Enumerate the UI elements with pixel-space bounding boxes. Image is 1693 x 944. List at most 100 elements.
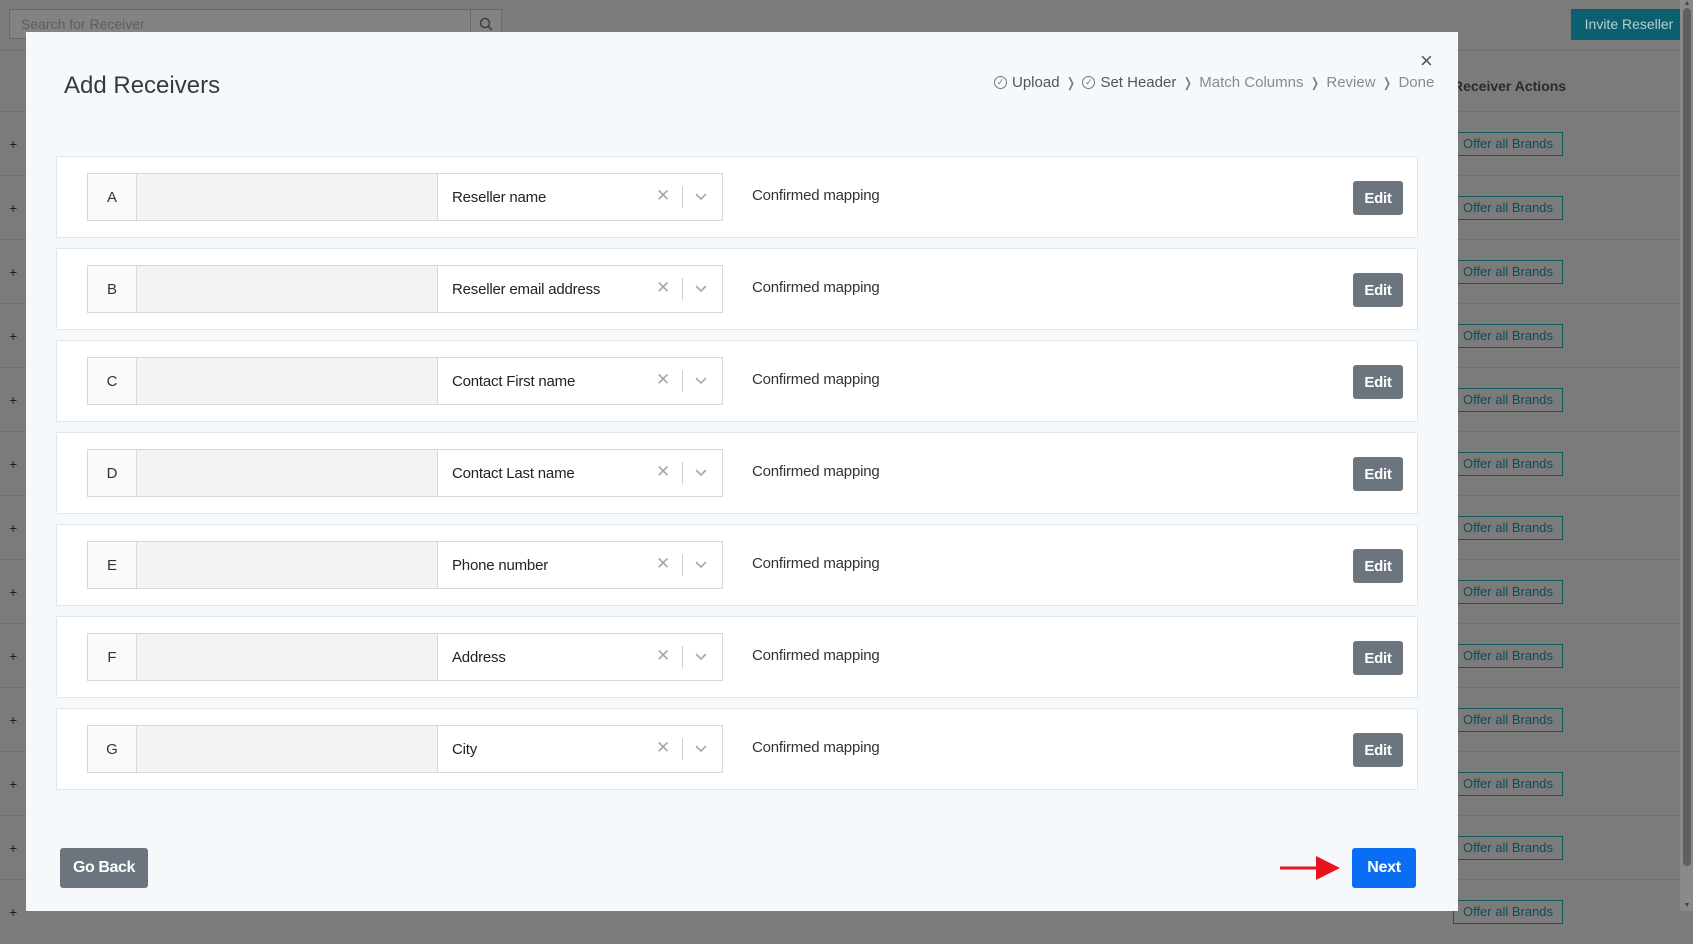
wizard-step-label: Done <box>1398 74 1435 91</box>
select-divider <box>682 462 683 484</box>
column-preview <box>137 358 438 404</box>
chevron-down-icon[interactable] <box>694 553 708 577</box>
offer-all-brands-button[interactable]: Offer all Brands <box>1453 644 1563 668</box>
field-select[interactable]: Reseller email address ✕ <box>438 266 722 312</box>
expand-row-icon[interactable]: + <box>9 392 17 408</box>
column-preview <box>137 726 438 772</box>
expand-row-icon[interactable]: + <box>9 520 17 536</box>
mapping-status: Confirmed mapping <box>752 739 880 756</box>
search-icon <box>479 17 493 31</box>
column-preview <box>137 450 438 496</box>
mapping-row: C Contact First name ✕ Confirmed mapping Edi… <box>56 340 1418 422</box>
offer-all-brands-button[interactable]: Offer all Brands <box>1453 260 1563 284</box>
mapping-row: G City ✕ Confirmed mapping Edit <box>56 708 1418 790</box>
mapping-status: Confirmed mapping <box>752 555 880 572</box>
select-divider <box>682 370 683 392</box>
field-select[interactable]: Address ✕ <box>438 634 722 680</box>
scrollbar-thumb[interactable] <box>1683 8 1691 866</box>
next-button[interactable]: Next <box>1352 848 1416 888</box>
column-letter: C <box>88 358 137 404</box>
column-mapping-box: C Contact First name ✕ <box>87 357 723 405</box>
chevron-down-icon[interactable] <box>694 645 708 669</box>
chevron-down-icon[interactable] <box>694 277 708 301</box>
offer-all-brands-button[interactable]: Offer all Brands <box>1453 196 1563 220</box>
expand-row-icon[interactable]: + <box>9 904 17 920</box>
expand-row-icon[interactable]: + <box>9 776 17 792</box>
mapping-row: A Reseller name ✕ Confirmed mapping Edit <box>56 156 1418 238</box>
expand-row-icon[interactable]: + <box>9 712 17 728</box>
clear-icon[interactable]: ✕ <box>656 462 670 482</box>
expand-row-icon[interactable]: + <box>9 456 17 472</box>
offer-all-brands-button[interactable]: Offer all Brands <box>1453 324 1563 348</box>
field-select[interactable]: Contact First name ✕ <box>438 358 722 404</box>
offer-all-brands-button[interactable]: Offer all Brands <box>1453 708 1563 732</box>
wizard-step: Match Columns <box>1199 74 1303 91</box>
offer-all-brands-button[interactable]: Offer all Brands <box>1453 388 1563 412</box>
scroll-up-arrow[interactable]: ▲ <box>1683 0 1691 8</box>
offer-all-brands-button[interactable]: Offer all Brands <box>1453 836 1563 860</box>
column-mapping-box: A Reseller name ✕ <box>87 173 723 221</box>
mapping-row: F Address ✕ Confirmed mapping Edit <box>56 616 1418 698</box>
chevron-down-icon[interactable] <box>694 737 708 761</box>
select-divider <box>682 278 683 300</box>
select-divider <box>682 554 683 576</box>
add-receivers-modal: Add Receivers × ✓ Upload ❭ ✓ Set Header ❭ Matc… <box>26 32 1458 911</box>
column-mapping-box: B Reseller email address ✕ <box>87 265 723 313</box>
scroll-down-arrow[interactable]: ▼ <box>1683 902 1691 910</box>
expand-row-icon[interactable]: + <box>9 328 17 344</box>
field-select[interactable]: City ✕ <box>438 726 722 772</box>
edit-mapping-button[interactable]: Edit <box>1353 733 1403 767</box>
clear-icon[interactable]: ✕ <box>656 370 670 390</box>
column-mapping-box: E Phone number ✕ <box>87 541 723 589</box>
mapping-row: D Contact Last name ✕ Confirmed mapping Edit <box>56 432 1418 514</box>
select-divider <box>682 186 683 208</box>
step-separator-icon: ❭ <box>1381 74 1393 90</box>
clear-icon[interactable]: ✕ <box>656 738 670 758</box>
field-select[interactable]: Contact Last name ✕ <box>438 450 722 496</box>
clear-icon[interactable]: ✕ <box>656 646 670 666</box>
field-select[interactable]: Phone number ✕ <box>438 542 722 588</box>
edit-mapping-button[interactable]: Edit <box>1353 273 1403 307</box>
edit-mapping-button[interactable]: Edit <box>1353 457 1403 491</box>
offer-all-brands-button[interactable]: Offer all Brands <box>1453 580 1563 604</box>
column-preview <box>137 174 438 220</box>
edit-mapping-button[interactable]: Edit <box>1353 181 1403 215</box>
offer-all-brands-button[interactable]: Offer all Brands <box>1453 132 1563 156</box>
mapping-row: B Reseller email address ✕ Confirmed mappin… <box>56 248 1418 330</box>
offer-all-brands-button[interactable]: Offer all Brands <box>1453 516 1563 540</box>
invite-reseller-button[interactable]: Invite Reseller <box>1571 9 1687 40</box>
edit-mapping-button[interactable]: Edit <box>1353 549 1403 583</box>
mapping-status: Confirmed mapping <box>752 463 880 480</box>
wizard-step: Done <box>1398 74 1434 91</box>
expand-row-icon[interactable]: + <box>9 136 17 152</box>
clear-icon[interactable]: ✕ <box>656 278 670 298</box>
clear-icon[interactable]: ✕ <box>656 186 670 206</box>
column-mapping-box: G City ✕ <box>87 725 723 773</box>
expand-row-icon[interactable]: + <box>9 584 17 600</box>
close-icon[interactable]: × <box>1420 48 1433 74</box>
check-circle-icon: ✓ <box>1082 76 1096 89</box>
step-separator-icon: ❭ <box>1309 74 1321 90</box>
chevron-down-icon[interactable] <box>694 369 708 393</box>
expand-row-icon[interactable]: + <box>9 264 17 280</box>
offer-all-brands-button[interactable]: Offer all Brands <box>1453 772 1563 796</box>
go-back-button[interactable]: Go Back <box>60 848 148 888</box>
annotation-arrow-icon <box>1280 856 1340 880</box>
chevron-down-icon[interactable] <box>694 461 708 485</box>
mapping-row: E Phone number ✕ Confirmed mapping Edit <box>56 524 1418 606</box>
offer-all-brands-button[interactable]: Offer all Brands <box>1453 452 1563 476</box>
clear-icon[interactable]: ✕ <box>656 554 670 574</box>
expand-row-icon[interactable]: + <box>9 648 17 664</box>
column-mapping-box: D Contact Last name ✕ <box>87 449 723 497</box>
wizard-steps: ✓ Upload ❭ ✓ Set Header ❭ Match Columns ❭ Review… <box>994 74 1434 91</box>
expand-row-icon[interactable]: + <box>9 200 17 216</box>
column-mapping-list: A Reseller name ✕ Confirmed mapping Edit B Res… <box>56 156 1418 800</box>
edit-mapping-button[interactable]: Edit <box>1353 641 1403 675</box>
expand-row-icon[interactable]: + <box>9 840 17 856</box>
edit-mapping-button[interactable]: Edit <box>1353 365 1403 399</box>
offer-all-brands-button[interactable]: Offer all Brands <box>1453 900 1563 924</box>
field-select-value: City <box>452 740 478 758</box>
chevron-down-icon[interactable] <box>694 185 708 209</box>
field-select[interactable]: Reseller name ✕ <box>438 174 722 220</box>
field-select-value: Contact First name <box>452 372 576 390</box>
